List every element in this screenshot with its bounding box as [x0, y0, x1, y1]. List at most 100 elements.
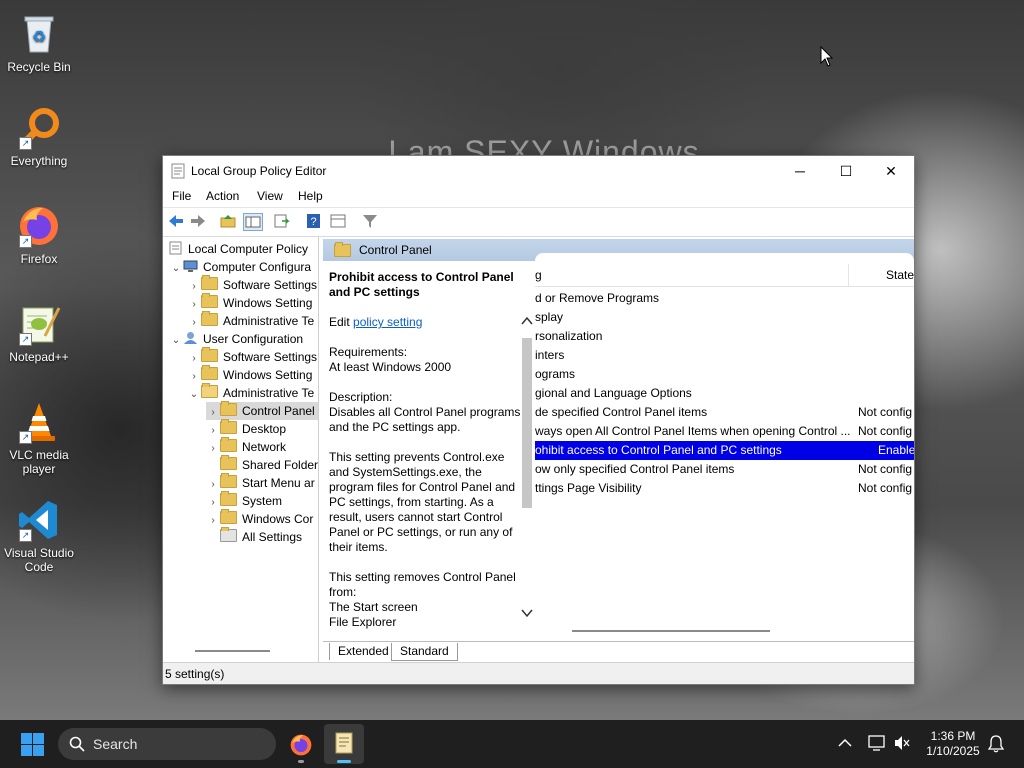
- tree-label: Administrative Te: [223, 386, 315, 400]
- tab-standard[interactable]: Standard: [391, 643, 458, 661]
- active-indicator: [337, 760, 351, 763]
- description-vertical-scrollbar[interactable]: [519, 314, 535, 624]
- open-folder-icon: [201, 383, 218, 398]
- filter-icon[interactable]: [361, 213, 379, 229]
- search-icon: [69, 736, 85, 752]
- show-hide-tree-icon[interactable]: [243, 213, 263, 231]
- firefox-icon: [290, 734, 312, 756]
- shortcut-arrow-icon: ↗: [19, 529, 32, 542]
- tree-item-computer-configuration[interactable]: ⌄ Computer Configura: [169, 258, 311, 276]
- shortcut-arrow-icon: ↗: [19, 235, 32, 248]
- tree-item-software-settings[interactable]: › Software Settings: [187, 275, 317, 294]
- tree-item-start-menu[interactable]: › Start Menu ar: [206, 473, 315, 492]
- tree-item-administrative-templates[interactable]: ⌄ Administrative Te: [187, 383, 315, 404]
- chevron-up-icon[interactable]: [838, 738, 852, 748]
- vlc-cone-icon: ↗: [17, 400, 61, 444]
- tree-item-administrative-templates[interactable]: › Administrative Te: [187, 311, 314, 330]
- desktop-icon-vlc[interactable]: ↗ VLC media player: [1, 400, 77, 476]
- list-item[interactable]: ttings Page Visibility Not config: [535, 479, 914, 498]
- maximize-button[interactable]: ☐: [823, 156, 869, 186]
- list-item[interactable]: gional and Language Options: [535, 384, 914, 403]
- back-arrow-icon[interactable]: [167, 213, 185, 229]
- chevron-down-icon[interactable]: ⌄: [169, 260, 183, 278]
- tree-item-shared-folders[interactable]: Shared Folder: [206, 455, 318, 474]
- notepadpp-icon: ↗: [17, 302, 61, 346]
- description-paragraph: This setting prevents Control.exe and Sy…: [329, 450, 516, 554]
- chevron-down-icon[interactable]: ⌄: [187, 386, 201, 404]
- tree-item-control-panel[interactable]: › Control Panel: [206, 401, 318, 420]
- minimize-button[interactable]: ─: [777, 156, 823, 186]
- menu-help[interactable]: Help: [298, 189, 323, 203]
- clock[interactable]: 1:36 PM 1/10/2025: [918, 729, 988, 759]
- tab-extended[interactable]: Extended: [329, 643, 398, 660]
- column-header-state[interactable]: State: [886, 268, 914, 282]
- desktop-icon-notepadpp[interactable]: ↗ Notepad++: [1, 302, 77, 364]
- navigation-tree[interactable]: Local Computer Policy ⌄ Computer Configur…: [163, 237, 319, 662]
- export-list-icon[interactable]: [273, 213, 291, 229]
- menu-view[interactable]: View: [257, 189, 283, 203]
- setting-state: Not config: [858, 481, 913, 495]
- list-item[interactable]: inters: [535, 346, 914, 365]
- toolbar: ?: [163, 207, 914, 237]
- scroll-down-icon[interactable]: [521, 608, 533, 618]
- desktop-icon-vscode[interactable]: ↗ Visual Studio Code: [1, 498, 77, 574]
- tree-item-windows-settings[interactable]: › Windows Setting: [187, 365, 312, 384]
- menu-file[interactable]: File: [172, 189, 191, 203]
- volume-muted-icon[interactable]: [894, 735, 910, 751]
- clock-date: 1/10/2025: [926, 744, 980, 758]
- edit-policy-line: Edit policy setting: [329, 315, 521, 330]
- title-bar[interactable]: Local Group Policy Editor ─ ☐ ✕: [163, 156, 914, 186]
- list-item[interactable]: ograms: [535, 365, 914, 384]
- start-button-icon[interactable]: [21, 733, 44, 756]
- up-folder-icon[interactable]: [219, 213, 237, 229]
- requirements-label: Requirements:: [329, 345, 408, 359]
- tree-item-network[interactable]: › Network: [206, 437, 286, 456]
- desktop-icon-recycle-bin[interactable]: ♻ Recycle Bin: [1, 12, 77, 74]
- scrollbar-thumb[interactable]: [522, 338, 532, 508]
- taskbar-firefox[interactable]: [286, 725, 316, 763]
- scroll-up-icon[interactable]: [521, 316, 533, 326]
- list-item[interactable]: splay: [535, 308, 914, 327]
- column-divider[interactable]: [848, 264, 849, 286]
- list-item[interactable]: d or Remove Programs: [535, 289, 914, 308]
- chevron-down-icon[interactable]: ⌄: [169, 332, 183, 350]
- setting-name: de specified Control Panel items: [535, 405, 708, 419]
- column-header-setting[interactable]: g: [535, 268, 542, 282]
- status-text: 5 setting(s): [165, 667, 225, 681]
- taskbar-search[interactable]: Search: [58, 728, 276, 760]
- list-item[interactable]: de specified Control Panel items Not conf…: [535, 403, 914, 422]
- tree-item-user-configuration[interactable]: ⌄ User Configuration: [169, 330, 303, 348]
- list-item[interactable]: rsonalization: [535, 327, 914, 346]
- desktop-icon-everything[interactable]: ↗ Everything: [1, 106, 77, 168]
- properties-view-icon[interactable]: [329, 213, 347, 229]
- setting-name: d or Remove Programs: [535, 291, 660, 305]
- setting-name: gional and Language Options: [535, 386, 692, 400]
- network-icon[interactable]: [868, 735, 886, 751]
- tree-item-software-settings[interactable]: › Software Settings: [187, 347, 317, 366]
- tree-item-windows-components[interactable]: › Windows Cor: [206, 509, 313, 528]
- list-item[interactable]: ways open All Control Panel Items when o…: [535, 422, 914, 441]
- desktop-icon-firefox[interactable]: ↗ Firefox: [1, 204, 77, 266]
- list-item-selected[interactable]: ohibit access to Control Panel and PC se…: [535, 441, 914, 460]
- setting-name: ttings Page Visibility: [535, 481, 642, 495]
- close-button[interactable]: ✕: [868, 156, 914, 186]
- setting-state: Not config: [858, 424, 913, 438]
- tree-item-windows-settings[interactable]: › Windows Setting: [187, 293, 312, 312]
- tree-item-local-computer-policy[interactable]: Local Computer Policy: [169, 240, 308, 258]
- tree-item-all-settings[interactable]: All Settings: [206, 527, 302, 546]
- desktop-icon-label: Everything: [10, 154, 68, 168]
- policy-editor-icon: [335, 732, 353, 754]
- edit-policy-setting-link[interactable]: policy setting: [353, 315, 422, 329]
- notification-bell-icon[interactable]: [988, 735, 1004, 753]
- taskbar-policy-editor[interactable]: [324, 724, 364, 764]
- list-item[interactable]: ow only specified Control Panel items Not…: [535, 460, 914, 479]
- edit-prefix: Edit: [329, 315, 354, 329]
- tree-item-desktop[interactable]: › Desktop: [206, 419, 286, 438]
- tree-item-system[interactable]: › System: [206, 491, 282, 510]
- folder-icon: [334, 242, 351, 257]
- list-horizontal-scrollbar[interactable]: [572, 630, 770, 632]
- forward-arrow-icon[interactable]: [189, 213, 207, 229]
- tree-horizontal-scrollbar[interactable]: [195, 650, 270, 652]
- menu-action[interactable]: Action: [206, 189, 239, 203]
- help-icon[interactable]: ?: [305, 213, 323, 229]
